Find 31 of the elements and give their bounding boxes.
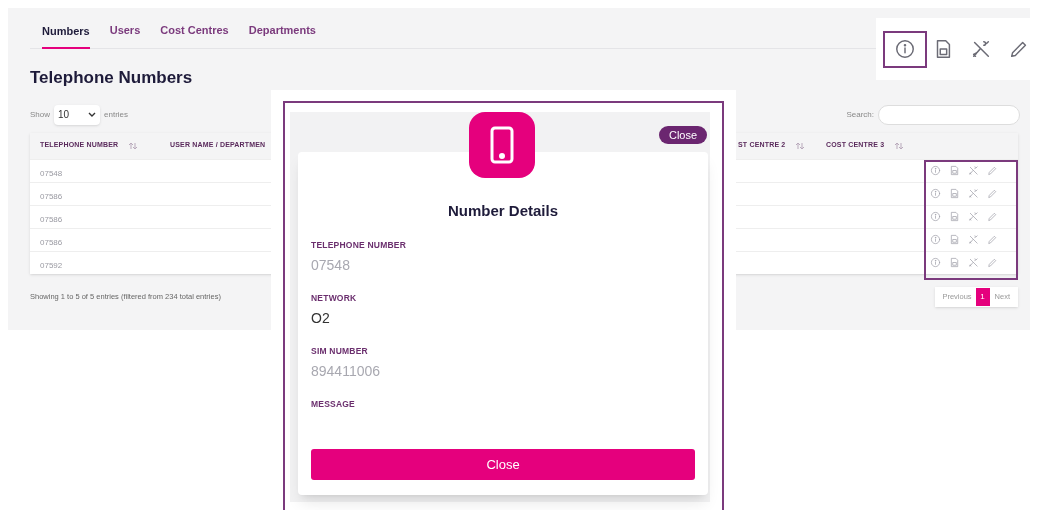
close-pill-button[interactable]: Close [659,126,707,144]
field-label: SIM NUMBER [311,344,369,358]
field-label: MESSAGE [311,397,356,411]
chevron-down-icon [88,111,96,118]
page-title: Telephone Numbers [30,66,194,87]
close-button[interactable]: Close [311,449,695,480]
table-cell: 07586 [40,214,63,224]
entries-label: entries [104,108,129,121]
tab[interactable]: Cost Centres [160,8,229,48]
sort-icon[interactable] [795,141,806,150]
page-button[interactable]: 1 [975,287,990,306]
field-value: O2 [311,309,331,329]
table-cell: 07592 [40,260,63,270]
info-icon[interactable] [894,38,916,60]
field-value: 894411006 [311,362,382,382]
phone-off-icon[interactable] [970,38,992,60]
field-label: NETWORK [311,291,358,305]
table-cell: 07586 [40,237,63,247]
field-label: TELEPHONE NUMBER [311,238,407,252]
tab[interactable]: Users [109,8,141,48]
table-cell: 07548 [40,168,63,178]
table-cell: 07586 [40,191,63,201]
sort-icon[interactable] [128,141,139,150]
show-label: Show [30,108,50,121]
modal-title: Number Details [446,201,559,221]
search-label: Search: [846,108,874,121]
entries-select[interactable]: 10 [54,104,100,125]
sort-icon[interactable] [894,141,905,150]
tab[interactable]: Departments [248,8,316,48]
tab[interactable]: Numbers [42,8,90,49]
field-value: 07548 [311,256,351,276]
